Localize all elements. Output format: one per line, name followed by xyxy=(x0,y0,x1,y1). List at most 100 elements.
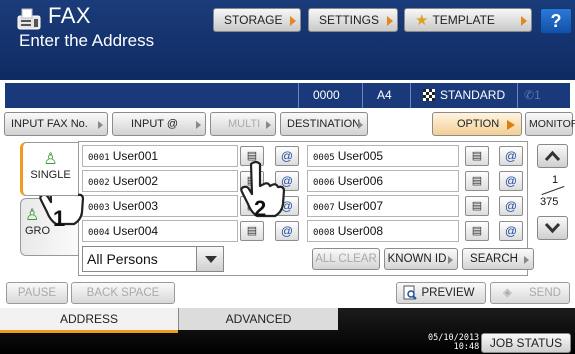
arrow-right-icon xyxy=(290,16,296,26)
star-icon: ★ xyxy=(415,12,429,29)
phone-line-icon: ✆ xyxy=(524,88,535,102)
entry-number: 0008 xyxy=(313,228,335,238)
multi-button[interactable]: MULTI xyxy=(210,112,276,136)
all-clear-button[interactable]: ALL CLEAR xyxy=(312,248,380,270)
email-icon[interactable]: @ xyxy=(499,221,523,241)
arrow-right-icon xyxy=(266,121,271,129)
entry-name: User008 xyxy=(337,224,384,238)
multi-label: MULTI xyxy=(228,118,261,130)
input-fax-number-button[interactable]: INPUT FAX No. xyxy=(4,112,108,136)
line-indicator: ✆1 xyxy=(524,83,541,108)
pause-label: PAUSE xyxy=(17,287,57,299)
divider xyxy=(362,83,363,108)
input-email-button[interactable]: INPUT @ xyxy=(112,112,206,136)
preview-icon xyxy=(403,285,417,300)
preview-button[interactable]: PREVIEW xyxy=(396,282,486,304)
entry-number: 0003 xyxy=(88,203,110,213)
address-entry[interactable]: 0002 User002 xyxy=(82,170,238,192)
scroll-up-button[interactable] xyxy=(537,144,568,168)
fax-icon[interactable]: ▤ xyxy=(465,221,489,241)
preview-label: PREVIEW xyxy=(421,287,475,299)
address-entry[interactable]: 0003 User003 xyxy=(82,195,238,217)
divider xyxy=(517,83,518,108)
help-button[interactable]: ? xyxy=(540,8,572,34)
entry-name: User005 xyxy=(337,149,384,163)
instruction-text: Enter the Address xyxy=(19,31,155,50)
template-button[interactable]: ★ TEMPLATE xyxy=(404,8,532,32)
fax-icon[interactable]: ▤ xyxy=(465,196,489,216)
settings-label: SETTINGS xyxy=(319,13,380,27)
email-icon[interactable]: @ xyxy=(499,171,523,191)
page-indicator: 1 375 xyxy=(537,172,568,210)
address-entry[interactable]: 0004 User004 xyxy=(82,220,238,242)
search-button[interactable]: SEARCH xyxy=(462,248,534,270)
address-entry[interactable]: 0008 User008 xyxy=(307,220,459,242)
send-button[interactable]: ◈ SEND xyxy=(490,282,570,304)
email-icon[interactable]: @ xyxy=(499,196,523,216)
chevron-down-icon[interactable] xyxy=(196,247,223,271)
fax-icon[interactable]: ▤ xyxy=(465,146,489,166)
entry-number: 0005 xyxy=(313,153,335,163)
page-count: 0000 xyxy=(313,88,340,102)
resolution-icon xyxy=(423,89,435,101)
tab-single[interactable]: ♙ SINGLE xyxy=(20,142,78,196)
job-status-button[interactable]: JOB STATUS xyxy=(481,333,571,353)
entry-number: 0002 xyxy=(88,178,110,188)
arrow-right-icon xyxy=(521,16,527,26)
entry-number: 0004 xyxy=(88,228,110,238)
arrow-right-icon xyxy=(507,120,515,130)
fax-icon[interactable]: ▤ xyxy=(465,171,489,191)
entry-name: User002 xyxy=(112,174,159,188)
input-email-label: INPUT @ xyxy=(131,118,179,130)
known-id-label: KNOWN ID xyxy=(387,253,447,265)
page-title: FAX xyxy=(48,3,92,28)
destination-button[interactable]: DESTINATION xyxy=(280,112,368,136)
monitor-label: MONITOR xyxy=(529,118,575,130)
paper-size: A4 xyxy=(377,88,392,102)
entry-name: User007 xyxy=(337,199,384,213)
monitor-button[interactable]: MONITOR xyxy=(525,112,575,136)
scroll-down-button[interactable] xyxy=(537,216,568,240)
arrow-right-icon xyxy=(448,256,453,264)
destination-label: DESTINATION xyxy=(287,118,361,130)
option-label: OPTION xyxy=(457,118,500,130)
address-entry[interactable]: 0005 User005 xyxy=(307,145,459,167)
tab-advanced[interactable]: ADVANCED xyxy=(178,308,338,330)
entry-number: 0001 xyxy=(88,153,110,163)
entry-number: 0007 xyxy=(313,203,335,213)
address-entry[interactable]: 0001 User001 xyxy=(82,145,238,167)
storage-label: STORAGE xyxy=(224,13,283,27)
storage-button[interactable]: STORAGE xyxy=(213,8,301,32)
option-button[interactable]: OPTION xyxy=(432,112,522,136)
pause-button[interactable]: PAUSE xyxy=(6,282,68,304)
search-label: SEARCH xyxy=(470,253,518,265)
backspace-button[interactable]: BACK SPACE xyxy=(71,282,175,304)
known-id-button[interactable]: KNOWN ID xyxy=(384,248,458,270)
callout-number-2: 2 xyxy=(254,196,267,221)
fax-screen: FAX Enter the Address STORAGE SETTINGS ★… xyxy=(0,0,575,354)
date-time-display: 05/10/2013 10:48 xyxy=(428,334,479,352)
backspace-label: BACK SPACE xyxy=(86,287,160,299)
chevron-down-icon xyxy=(544,222,561,234)
email-icon[interactable]: @ xyxy=(499,146,523,166)
send-label: SEND xyxy=(529,287,561,299)
divider xyxy=(541,185,565,196)
divider xyxy=(410,83,411,108)
settings-button[interactable]: SETTINGS xyxy=(308,8,398,32)
entry-name: User006 xyxy=(337,174,384,188)
line-number: 1 xyxy=(534,88,541,102)
template-label: TEMPLATE xyxy=(432,13,495,27)
address-entry[interactable]: 0006 User006 xyxy=(307,170,459,192)
chevron-up-icon xyxy=(544,150,561,162)
callout-number-1: 1 xyxy=(53,206,66,231)
fax-machine-icon xyxy=(17,8,41,30)
entry-number: 0006 xyxy=(313,178,335,188)
arrow-right-icon xyxy=(196,121,201,129)
tab-address[interactable]: ADDRESS xyxy=(0,308,178,333)
current-page: 1 xyxy=(552,174,559,186)
entry-name: User001 xyxy=(112,149,159,163)
send-icon: ◈ xyxy=(503,287,512,299)
resolution-setting: STANDARD xyxy=(423,83,505,108)
arrow-right-icon xyxy=(358,121,363,129)
address-entry[interactable]: 0007 User007 xyxy=(307,195,459,217)
